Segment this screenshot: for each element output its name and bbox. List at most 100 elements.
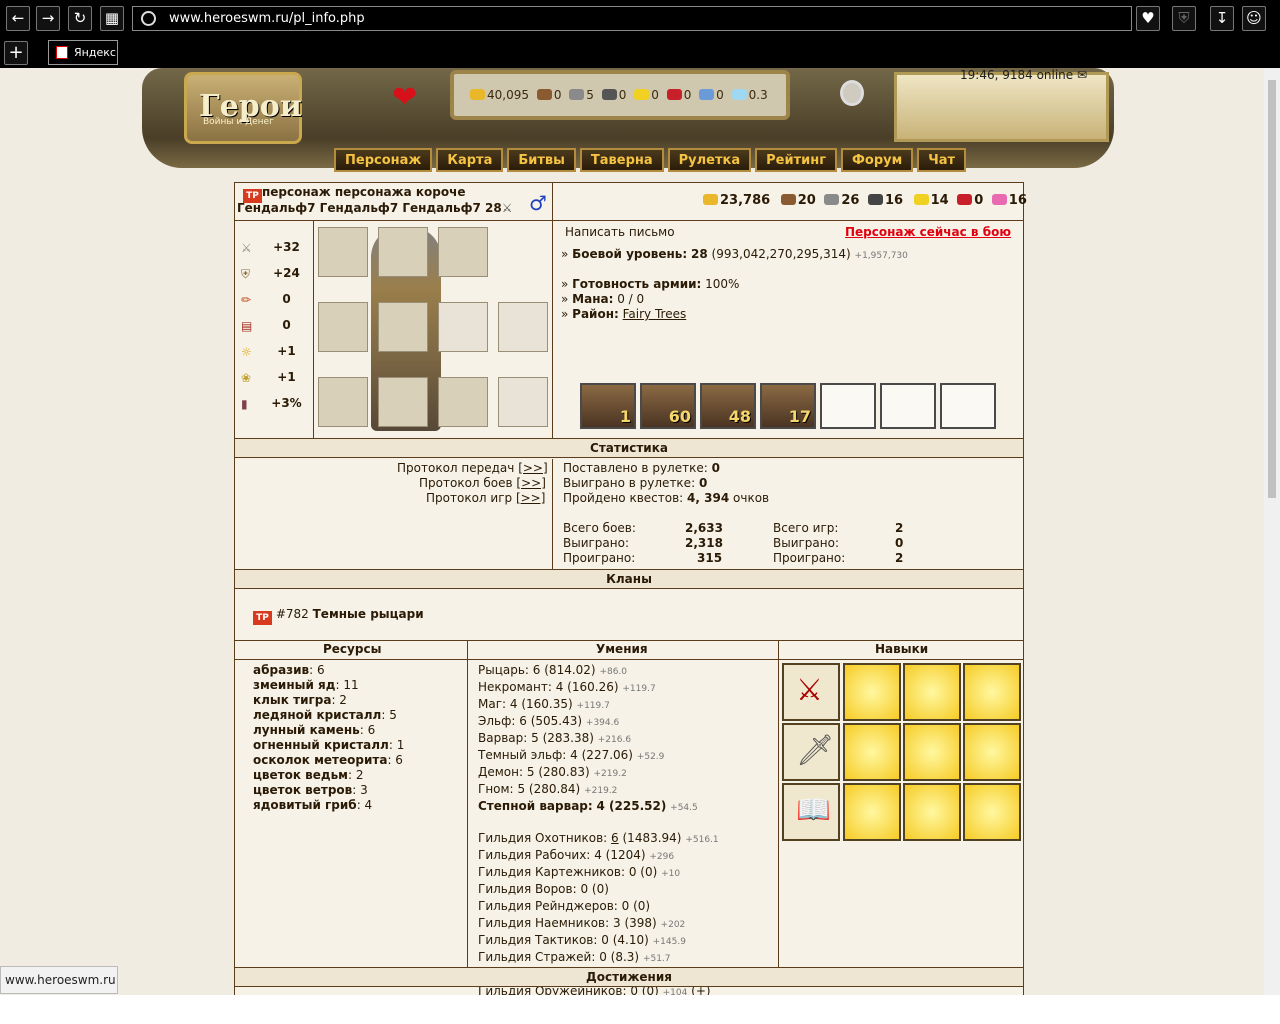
clan-id[interactable]: #782 (276, 607, 309, 621)
vertical-scrollbar[interactable] (1264, 68, 1280, 995)
timer-icon[interactable] (840, 80, 864, 106)
army-readiness-value: 100% (705, 277, 740, 291)
forward-icon[interactable]: → (36, 6, 60, 31)
clan-name[interactable]: Темные рыцари (313, 607, 424, 621)
faction-value: 5 (283.38) (531, 731, 594, 745)
city-image (894, 72, 1109, 142)
quests-label: Пройдено квестов: (563, 491, 684, 505)
menu-forum[interactable]: Форум (841, 148, 914, 172)
battles-lost-value: 315 (697, 551, 723, 565)
menu-chat[interactable]: Чат (917, 148, 967, 172)
profile-icon[interactable]: ☺ (1242, 6, 1266, 31)
army-unit-3[interactable]: 48 (700, 383, 756, 429)
guild-points: (1483.94) (618, 831, 682, 845)
resource-item: ядовитый гриб: 4 (253, 798, 373, 812)
talent-slot-spellbook[interactable]: 📖 (782, 783, 840, 841)
wood-icon (536, 89, 552, 100)
game-protocol-link[interactable]: [>>] (516, 491, 545, 505)
artifact-slot-bag-empty[interactable] (498, 302, 548, 352)
resource-item: абразив: 6 (253, 663, 325, 677)
guild-skill: Гильдия Воров: 0 (0) (478, 882, 719, 899)
shield-icon[interactable]: ⛨ (1172, 6, 1196, 31)
faction-name: Варвар: (478, 731, 528, 745)
guild-name: Гильдия Стражей: (478, 950, 596, 964)
resource-count: 5 (389, 708, 397, 722)
online-text: 19:46, 9184 online (960, 68, 1074, 82)
tab-yandex[interactable]: Яндекс (48, 40, 118, 65)
talent-slot[interactable] (843, 783, 901, 841)
game-logo[interactable]: Герои Войны и Денег (184, 72, 302, 144)
menu-roulette[interactable]: Рулетка (667, 148, 752, 172)
transfer-protocol-link[interactable]: [>>] (518, 461, 547, 475)
talent-slot[interactable] (903, 663, 961, 721)
in-battle-link[interactable]: Персонаж сейчас в бою (845, 225, 1011, 239)
faction-value: 4 (160.26) (555, 680, 619, 694)
menu-map[interactable]: Карта (436, 148, 504, 172)
guild-name: Гильдия Наемников: (478, 916, 610, 930)
army-slot-empty (820, 383, 876, 429)
roulette-won-value: 0 (698, 476, 708, 490)
artifact-slot-ring2[interactable] (318, 302, 368, 352)
resource-item: цветок ведьм: 2 (253, 768, 364, 782)
faction-delta: +54.5 (670, 803, 698, 813)
artifact-slot-mount-empty[interactable] (498, 377, 548, 427)
artifact-slot-helmet[interactable] (378, 227, 428, 277)
resource-item: лунный камень: 6 (253, 723, 376, 737)
unit-count: 60 (668, 407, 691, 426)
guild-value[interactable]: 6 (611, 831, 619, 845)
game-protocol-label: Протокол игр (426, 491, 513, 505)
talents-header: Навыки (875, 642, 929, 656)
site-info-icon[interactable] (141, 11, 156, 26)
new-tab-icon[interactable]: + (4, 41, 28, 65)
address-bar[interactable]: www.heroeswm.ru/pl_info.php (132, 6, 1132, 31)
talent-slot[interactable] (963, 723, 1021, 781)
artifact-slot-weapon[interactable] (318, 377, 368, 427)
faction-skill: Маг: 4 (160.35) +119.7 (478, 697, 719, 714)
resources-list: абразив: 6 змеиный яд: 11 клык тигра: 2 лед… (253, 663, 404, 813)
district-link[interactable]: Fairy Trees (623, 307, 687, 321)
scrollbar-thumb[interactable] (1268, 80, 1276, 498)
faction-value: 6 (505.43) (519, 714, 583, 728)
artifact-slot-amulet[interactable] (438, 227, 488, 277)
back-icon[interactable]: ← (6, 6, 30, 31)
faction-name: Темный эльф: (478, 748, 567, 762)
artifact-slot-ring[interactable] (318, 227, 368, 277)
download-icon[interactable]: ↧ (1210, 6, 1234, 31)
artifact-slot-shield[interactable] (438, 377, 488, 427)
menu-character[interactable]: Персонаж (334, 148, 433, 172)
write-letter-link[interactable]: Написать письмо (565, 225, 675, 239)
talent-slot[interactable] (963, 663, 1021, 721)
talent-slot-sword[interactable]: 🗡 (782, 723, 840, 781)
guild-skill: Гильдия Тактиков: 0 (4.10) +145.9 (478, 933, 719, 950)
artifact-slot-armor[interactable] (378, 302, 428, 352)
clan-badge[interactable]: TP (253, 611, 272, 625)
guild-skill: Гильдия Рабочих: 4 (1204) +296 (478, 848, 719, 865)
talent-slot[interactable] (903, 783, 961, 841)
menu-tavern[interactable]: Таверна (579, 148, 664, 172)
artifact-slot-cloak-empty[interactable] (438, 302, 488, 352)
talent-slot[interactable] (903, 723, 961, 781)
menu-battles[interactable]: Битвы (507, 148, 576, 172)
resource-item: змеиный яд: 11 (253, 678, 359, 692)
favorite-heart-icon[interactable]: ♥ (1136, 6, 1160, 31)
army-unit-4[interactable]: 17 (760, 383, 816, 429)
talent-slot[interactable] (843, 663, 901, 721)
talent-slot[interactable] (963, 783, 1021, 841)
money-gold: 23,786 (720, 193, 771, 208)
reload-icon[interactable]: ↻ (68, 6, 92, 31)
menu-rating[interactable]: Рейтинг (755, 148, 838, 172)
apps-grid-icon[interactable]: ▦ (100, 6, 124, 31)
faction-value: 5 (280.83) (526, 765, 590, 779)
resource-count: 4 (364, 798, 373, 812)
resource-count: 2 (355, 768, 364, 782)
mail-icon[interactable]: ✉ (1077, 68, 1087, 82)
talent-slot-crossed-swords[interactable]: ⚔ (782, 663, 840, 721)
guild-name: Гильдия Тактиков: (478, 933, 598, 947)
battle-protocol-link[interactable]: [>>] (516, 476, 545, 490)
army-unit-2[interactable]: 60 (640, 383, 696, 429)
talent-slot[interactable] (843, 723, 901, 781)
gold-icon (703, 194, 718, 205)
faction-icon: ⚔ (501, 201, 513, 215)
army-unit-1[interactable]: 1 (580, 383, 636, 429)
artifact-slot-boots[interactable] (378, 377, 428, 427)
